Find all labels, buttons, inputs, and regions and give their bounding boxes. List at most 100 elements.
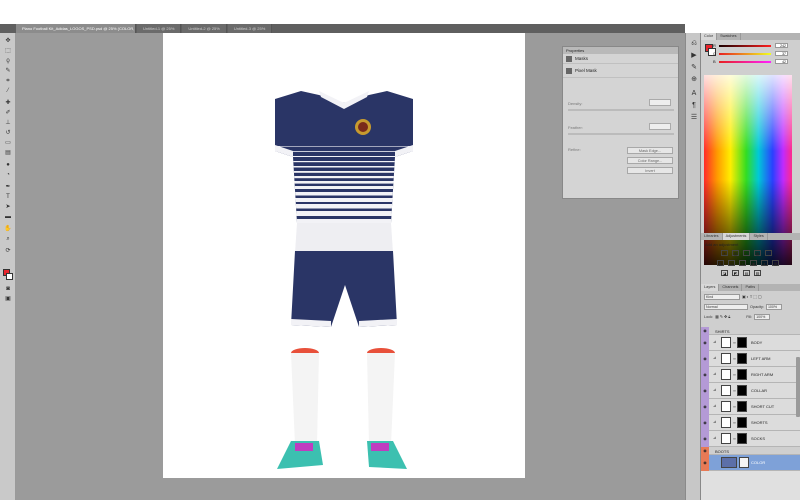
layer-mask-thumbnail[interactable]	[739, 457, 749, 468]
hand-tool-icon[interactable]: ✋	[3, 225, 13, 233]
invert-button[interactable]: Invert	[627, 167, 673, 174]
layer-mask-thumbnail[interactable]	[737, 385, 747, 396]
path-select-tool-icon[interactable]: ➤	[3, 203, 13, 211]
lasso-tool-icon[interactable]: ϙ	[3, 57, 13, 65]
tab-styles[interactable]: Styles	[750, 233, 768, 240]
invert-adjustment-icon[interactable]: ◪	[721, 270, 728, 276]
feather-slider[interactable]	[568, 133, 674, 135]
layer-row-selected[interactable]: ◉ COLOR	[701, 455, 800, 471]
visibility-eye-icon[interactable]: ◉	[701, 367, 709, 383]
actions-icon[interactable]: ▶	[689, 51, 699, 60]
blue-track[interactable]	[719, 61, 771, 63]
brush-presets-icon[interactable]: ✎	[689, 63, 699, 72]
zoom-tool-icon[interactable]: ⌕	[3, 235, 13, 243]
paragraph-icon[interactable]: ¶	[689, 101, 699, 110]
visibility-eye-icon[interactable]: ◉	[701, 327, 709, 335]
color-balance-adjustment-icon[interactable]: ⚖	[728, 260, 735, 266]
filter-icons[interactable]: ▣ ◐ T ⬚ ▢	[742, 294, 761, 299]
layer-row[interactable]: ◉ ⊿ ∞ LEFT ARM	[701, 351, 800, 367]
lock-icons[interactable]: ▦ ✎ ✥ 🔒︎	[715, 314, 730, 319]
clone-stamp-tool-icon[interactable]: ⊥	[3, 119, 13, 127]
chain-link-icon[interactable]: ∞	[733, 436, 736, 441]
tab-layers[interactable]: Layers	[701, 284, 720, 291]
green-slider[interactable]: G 37	[713, 51, 789, 56]
visibility-eye-icon[interactable]: ◉	[701, 431, 709, 447]
black-white-adjustment-icon[interactable]: ◑	[739, 260, 746, 266]
visibility-eye-icon[interactable]: ◉	[701, 447, 709, 455]
chain-link-icon[interactable]: ∞	[733, 356, 736, 361]
layer-mask-thumbnail[interactable]	[737, 433, 747, 444]
chain-link-icon[interactable]: ∞	[733, 404, 736, 409]
visibility-eye-icon[interactable]: ◉	[701, 399, 709, 415]
vibrance-adjustment-icon[interactable]: ▽	[765, 250, 772, 256]
history-brush-tool-icon[interactable]: ↺	[3, 129, 13, 137]
density-slider[interactable]	[568, 109, 674, 111]
document-tab[interactable]: Untitled-1 @ 25%	[137, 24, 182, 33]
exposure-adjustment-icon[interactable]: ▦	[754, 250, 761, 256]
layer-row[interactable]: ◉ ⊿ ∞ BODY	[701, 335, 800, 351]
layer-mask-thumbnail[interactable]	[737, 417, 747, 428]
visibility-eye-icon[interactable]: ◉	[701, 335, 709, 351]
layer-row[interactable]: ◉ ⊿ ∞ COLLAR	[701, 383, 800, 399]
document-tab[interactable]: Untitled-2 @ 25%	[182, 24, 227, 33]
green-value[interactable]: 37	[775, 51, 788, 56]
tab-color[interactable]: Color	[701, 33, 718, 40]
feather-field[interactable]	[649, 123, 671, 130]
tab-adjustments[interactable]: Adjustments	[722, 233, 751, 240]
brightness-adjustment-icon[interactable]: ☀	[721, 250, 728, 256]
layer-row[interactable]: ◉ ⊿ ∞ SHORTS	[701, 415, 800, 431]
hue-saturation-adjustment-icon[interactable]: ◧	[717, 260, 724, 266]
levels-adjustment-icon[interactable]: ▥	[732, 250, 739, 256]
gradient-map-adjustment-icon[interactable]: ▧	[754, 270, 761, 276]
posterize-adjustment-icon[interactable]: ◩	[732, 270, 739, 276]
tab-paths[interactable]: Paths	[742, 284, 760, 291]
type-tool-icon[interactable]: T	[3, 193, 13, 201]
red-track[interactable]	[719, 45, 771, 47]
tab-libraries[interactable]: Libraries	[701, 233, 723, 240]
fill-field[interactable]: 100%	[754, 313, 771, 320]
eyedropper-tool-icon[interactable]: ⁄	[3, 87, 13, 95]
layer-row[interactable]: ◉ ⊿ ∞ RIGHT ARM	[701, 367, 800, 383]
visibility-eye-icon[interactable]: ◉	[701, 455, 709, 471]
document-tab-active[interactable]: Plano Football Kit_Adidas_LOGOS_PSD.psd …	[16, 24, 136, 33]
quick-select-tool-icon[interactable]: ✎	[3, 67, 13, 75]
eraser-tool-icon[interactable]: ▭	[3, 139, 13, 147]
dodge-tool-icon[interactable]: ◔	[3, 171, 13, 179]
blue-slider[interactable]: B 42	[713, 59, 789, 64]
red-value[interactable]: 242	[775, 43, 788, 48]
green-track[interactable]	[719, 53, 771, 55]
healing-brush-tool-icon[interactable]: ✚	[3, 99, 13, 107]
rotate-view-icon[interactable]: ⟳	[3, 247, 13, 255]
layer-kind-filter[interactable]: Kind	[704, 293, 740, 300]
tab-channels[interactable]: Channels	[719, 284, 743, 291]
character-icon[interactable]: A	[689, 89, 699, 98]
gradient-tool-icon[interactable]: ▤	[3, 149, 13, 157]
threshold-adjustment-icon[interactable]: ▤	[743, 270, 750, 276]
mask-edge-button[interactable]: Mask Edge...	[627, 147, 673, 154]
background-color-swatch[interactable]	[6, 273, 13, 280]
layer-group[interactable]: ◉ SHIRTS	[701, 327, 800, 335]
brush-tool-icon[interactable]: ✐	[3, 109, 13, 117]
visibility-eye-icon[interactable]: ◉	[701, 415, 709, 431]
density-field[interactable]	[649, 99, 671, 106]
channel-mixer-adjustment-icon[interactable]: ●	[761, 260, 768, 266]
layer-row[interactable]: ◉ ⊿ ∞ SHORT CUT	[701, 399, 800, 415]
layer-mask-thumbnail[interactable]	[737, 369, 747, 380]
document-tab[interactable]: Untitled-3 @ 25%	[227, 24, 273, 33]
visibility-eye-icon[interactable]: ◉	[701, 351, 709, 367]
color-range-button[interactable]: Color Range...	[627, 157, 673, 164]
layer-group[interactable]: ◉ BOOTS	[701, 447, 800, 455]
crop-tool-icon[interactable]: ⌗	[3, 77, 13, 85]
shape-tool-icon[interactable]: ▬	[3, 213, 13, 221]
layers-scrollbar[interactable]	[796, 357, 800, 417]
blur-tool-icon[interactable]: ●	[3, 161, 13, 169]
color-lookup-adjustment-icon[interactable]: ▦	[772, 260, 779, 266]
blend-mode-select[interactable]: Normal	[704, 303, 748, 310]
chain-link-icon[interactable]: ∞	[733, 420, 736, 425]
chain-link-icon[interactable]: ∞	[733, 388, 736, 393]
pen-tool-icon[interactable]: ✒	[3, 183, 13, 191]
layer-row[interactable]: ◉ ⊿ ∞ SOCKS	[701, 431, 800, 447]
layer-mask-thumbnail[interactable]	[737, 337, 747, 348]
curves-adjustment-icon[interactable]: ◐	[743, 250, 750, 256]
document-canvas[interactable]	[163, 33, 525, 478]
